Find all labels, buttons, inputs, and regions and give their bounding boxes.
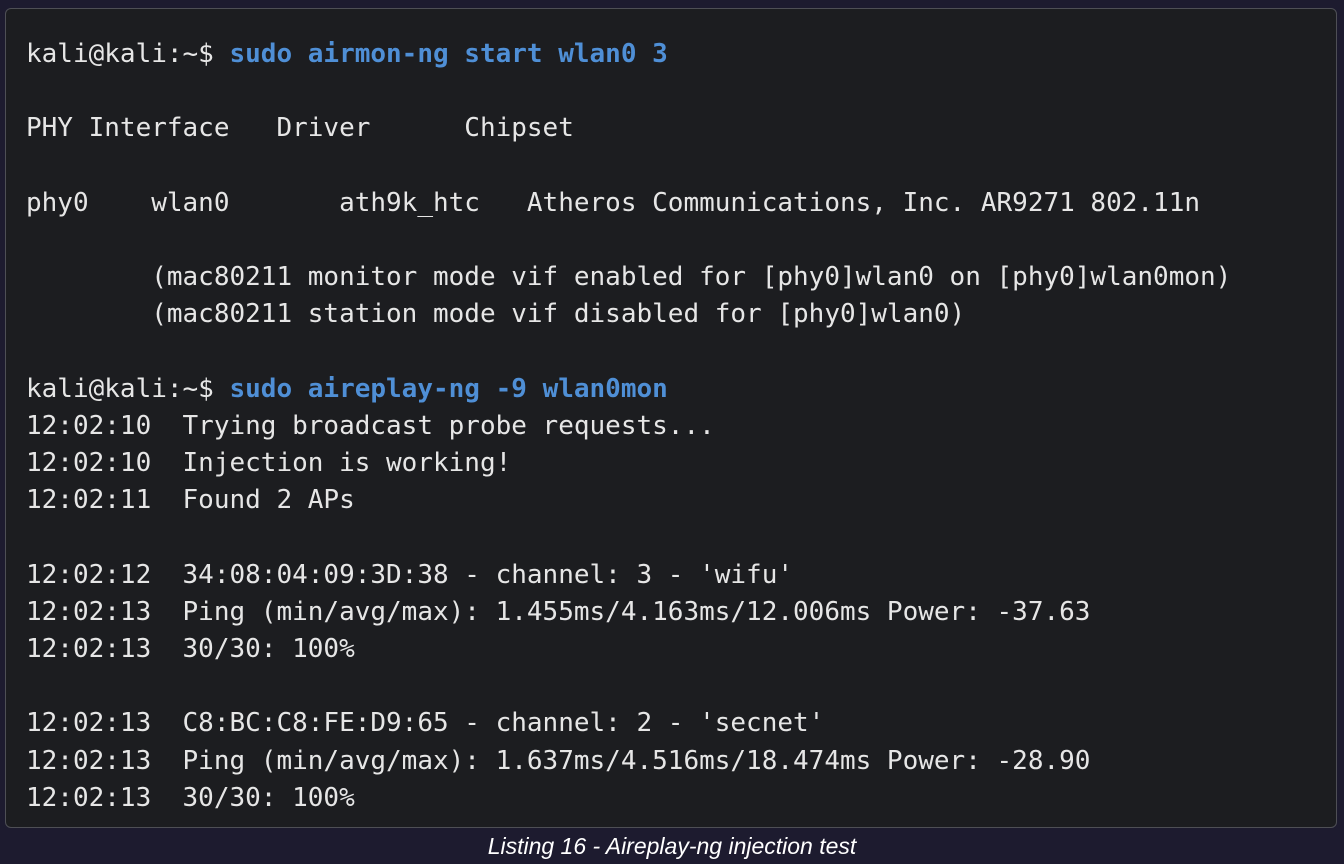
output-line: PHY Interface Driver Chipset [26, 113, 574, 144]
output-line: 12:02:13 Ping (min/avg/max): 1.455ms/4.1… [26, 596, 1091, 627]
output-line: 12:02:10 Injection is working! [26, 448, 512, 479]
command-line: kali@kali:~$ sudo airmon-ng start wlan0 … [26, 36, 1231, 73]
output-line: 12:02:13 30/30: 100% [26, 782, 355, 813]
output-line: (mac80211 station mode vif disabled for … [26, 299, 966, 330]
output-line: 12:02:13 Ping (min/avg/max): 1.637ms/4.5… [26, 745, 1091, 776]
output-line: (mac80211 monitor mode vif enabled for [… [26, 262, 1232, 293]
output-line: 12:02:10 Trying broadcast probe requests… [26, 410, 715, 441]
output-line: 12:02:13 30/30: 100% [26, 634, 355, 664]
output-line: 12:02:13 C8:BC:C8:FE:D9:65 - channel: 2 … [26, 708, 825, 739]
command-text: sudo aireplay-ng -9 wlan0mon [229, 373, 668, 404]
output-line: 12:02:12 34:08:04:09:3D:38 - channel: 3 … [26, 559, 794, 590]
shell-prompt: kali@kali:~$ [26, 39, 230, 69]
output-line: 12:02:11 Found 2 APs [26, 485, 355, 516]
listing-caption: Listing 16 - Aireplay-ng injection test [487, 833, 857, 859]
output-line: phy0 wlan0 ath9k_htc Atheros Communicati… [26, 187, 1200, 218]
command-line: kali@kali:~$ sudo aireplay-ng -9 wlan0mo… [26, 371, 1231, 408]
command-text: sudo airmon-ng start wlan0 3 [229, 39, 668, 69]
terminal-output: kali@kali:~$ sudo airmon-ng start wlan0 … [26, 36, 1231, 817]
shell-prompt: kali@kali:~$ [26, 373, 230, 404]
terminal-window[interactable]: kali@kali:~$ sudo airmon-ng start wlan0 … [5, 8, 1337, 828]
